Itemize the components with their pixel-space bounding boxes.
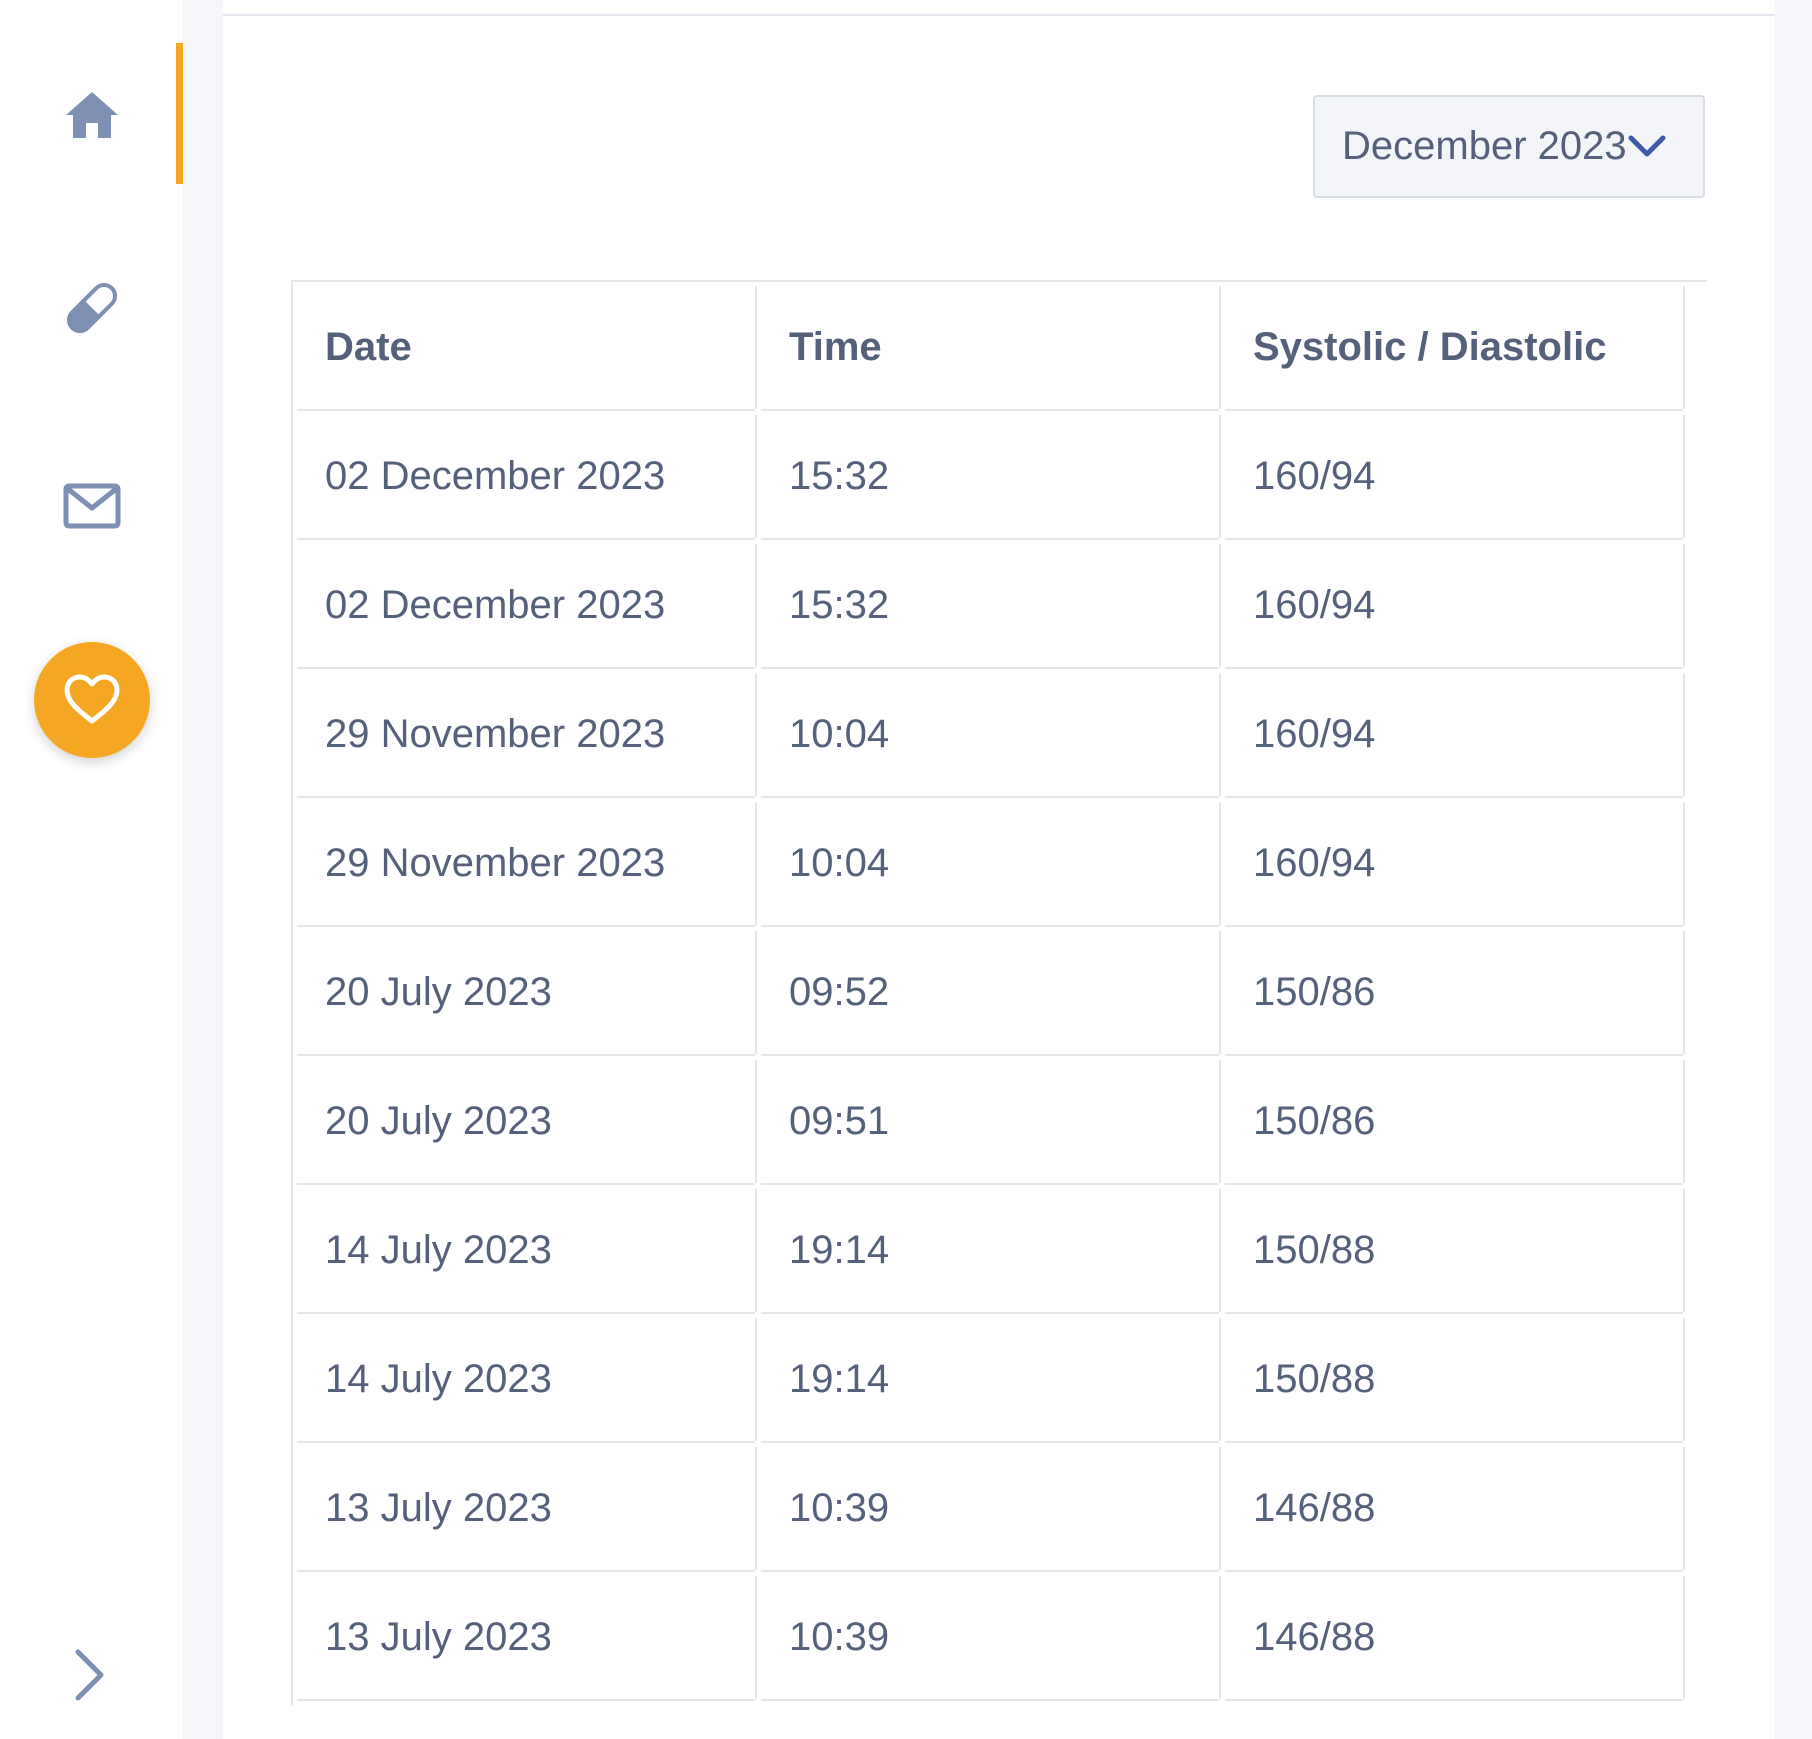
pill-icon [66, 282, 117, 334]
cell-reading: 160/94 [1225, 544, 1683, 667]
envelope-icon [63, 483, 120, 529]
table-row: 29 November 2023 10:04 160/94 [297, 673, 1683, 796]
sidebar-item-health[interactable] [0, 630, 183, 770]
table-row: 02 December 2023 15:32 160/94 [297, 415, 1683, 538]
column-header-time: Time [761, 286, 1219, 409]
readings-table-container: Date Time Systolic / Diastolic 02 Decemb… [291, 280, 1707, 1705]
cell-time: 15:32 [761, 415, 1219, 538]
cell-time: 10:04 [761, 802, 1219, 925]
table-row: 29 November 2023 10:04 160/94 [297, 802, 1683, 925]
cell-date: 14 July 2023 [297, 1189, 755, 1312]
cell-reading: 160/94 [1225, 673, 1683, 796]
table-row: 20 July 2023 09:51 150/86 [297, 1060, 1683, 1183]
cell-time: 09:51 [761, 1060, 1219, 1183]
table-row: 14 July 2023 19:14 150/88 [297, 1318, 1683, 1441]
sidebar-item-messages[interactable] [0, 436, 183, 576]
panel-divider [223, 14, 1775, 16]
readings-table: Date Time Systolic / Diastolic 02 Decemb… [291, 280, 1689, 1705]
cell-date: 20 July 2023 [297, 931, 755, 1054]
cell-time: 10:39 [761, 1576, 1219, 1699]
sidebar [0, 0, 183, 1739]
cell-reading: 146/88 [1225, 1576, 1683, 1699]
cell-time: 19:14 [761, 1189, 1219, 1312]
chevron-down-icon [1627, 134, 1667, 160]
sidebar-item-home[interactable] [0, 45, 183, 185]
cell-date: 02 December 2023 [297, 544, 755, 667]
cell-date: 13 July 2023 [297, 1576, 755, 1699]
cell-date: 20 July 2023 [297, 1060, 755, 1183]
cell-time: 09:52 [761, 931, 1219, 1054]
cell-time: 10:39 [761, 1447, 1219, 1570]
sidebar-expand-button[interactable] [60, 1640, 120, 1710]
table-row: 13 July 2023 10:39 146/88 [297, 1447, 1683, 1570]
column-header-systolic-diastolic: Systolic / Diastolic [1225, 286, 1683, 409]
cell-time: 10:04 [761, 673, 1219, 796]
home-icon [65, 92, 118, 138]
cell-time: 15:32 [761, 544, 1219, 667]
cell-reading: 150/88 [1225, 1189, 1683, 1312]
month-select-value: December 2023 [1342, 124, 1627, 168]
cell-date: 02 December 2023 [297, 415, 755, 538]
cell-reading: 150/86 [1225, 1060, 1683, 1183]
cell-time: 19:14 [761, 1318, 1219, 1441]
readings-panel: December 2023 Date Time Systolic / Diast… [223, 0, 1775, 1739]
month-select[interactable]: December 2023 [1313, 95, 1705, 198]
heart-icon [64, 674, 119, 724]
cell-date: 29 November 2023 [297, 673, 755, 796]
table-row: 14 July 2023 19:14 150/88 [297, 1189, 1683, 1312]
table-header-row: Date Time Systolic / Diastolic [297, 286, 1683, 409]
cell-date: 29 November 2023 [297, 802, 755, 925]
table-row: 20 July 2023 09:52 150/86 [297, 931, 1683, 1054]
health-button[interactable] [33, 642, 150, 758]
cell-reading: 150/88 [1225, 1318, 1683, 1441]
chevron-right-icon [75, 1649, 104, 1701]
column-header-date: Date [297, 286, 755, 409]
cell-date: 14 July 2023 [297, 1318, 755, 1441]
cell-reading: 146/88 [1225, 1447, 1683, 1570]
cell-reading: 160/94 [1225, 415, 1683, 538]
sidebar-item-medication[interactable] [0, 238, 183, 378]
table-row: 13 July 2023 10:39 146/88 [297, 1576, 1683, 1699]
table-row: 02 December 2023 15:32 160/94 [297, 544, 1683, 667]
cell-reading: 150/86 [1225, 931, 1683, 1054]
cell-date: 13 July 2023 [297, 1447, 755, 1570]
cell-reading: 160/94 [1225, 802, 1683, 925]
